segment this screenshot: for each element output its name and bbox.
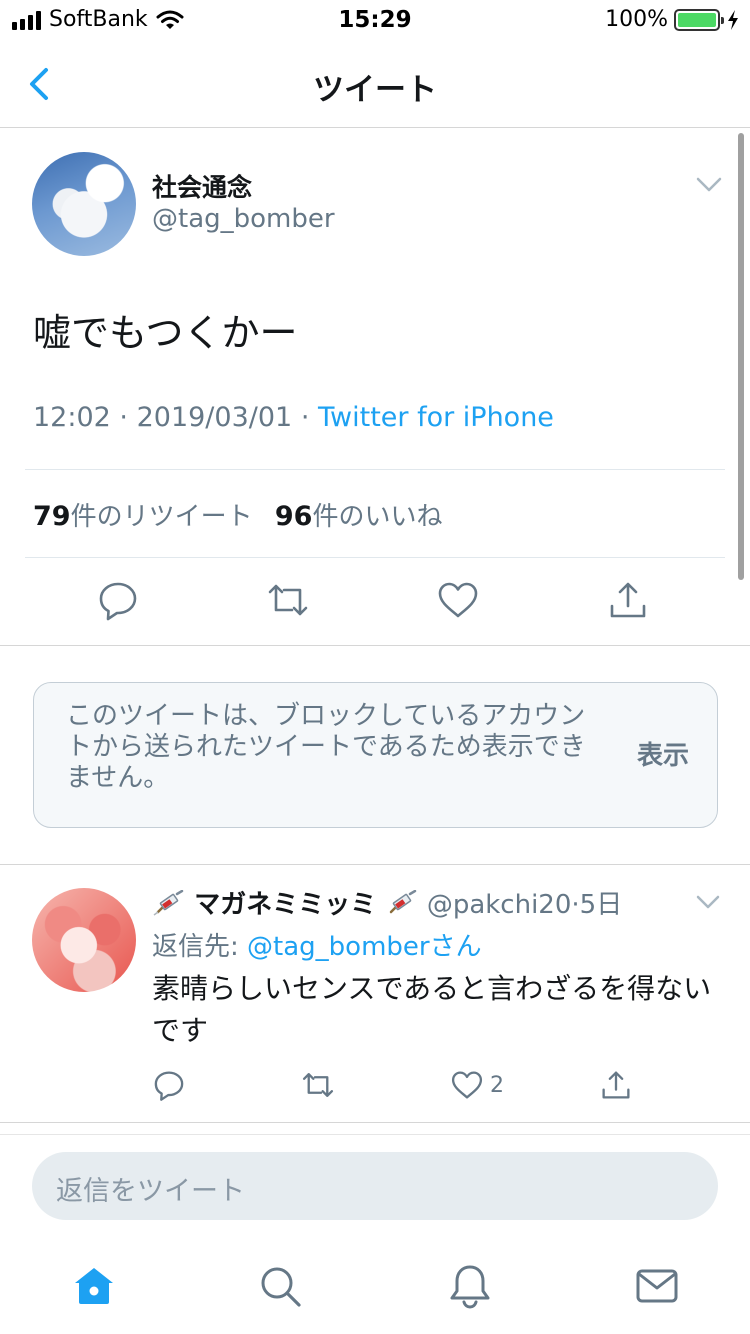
chevron-down-icon (696, 177, 722, 192)
show-blocked-button[interactable]: 表示 (637, 735, 689, 772)
reply-button[interactable] (96, 578, 140, 622)
page-title: ツイート (313, 72, 437, 108)
retweet-stat[interactable]: 79件のリツイート (33, 501, 253, 532)
tweet-source-link[interactable]: Twitter for iPhone (318, 402, 554, 433)
reply-display-name[interactable]: マガネミミッミ (194, 890, 376, 920)
messages-icon (636, 1269, 678, 1303)
blocked-tweet-card: このツイートは、ブロックしているアカウントから送られたツイートであるため表示でき… (33, 682, 718, 828)
like-icon (451, 1071, 483, 1099)
tweet-stats: 79件のリツイート 96件のいいね (33, 496, 456, 533)
reply-separator: · (571, 890, 580, 920)
status-bar-right: 100% (605, 7, 740, 32)
search-icon (261, 1267, 301, 1307)
home-icon (75, 1268, 113, 1304)
reply-to-mention[interactable]: @tag_bomber (247, 932, 430, 962)
share-button[interactable] (606, 578, 650, 622)
reply-avatar[interactable] (32, 888, 136, 992)
reply-like-count: 2 (490, 1073, 504, 1098)
avatar[interactable] (32, 152, 136, 256)
battery-percent: 100% (605, 7, 668, 32)
like-button[interactable] (436, 578, 480, 622)
divider (25, 557, 725, 558)
like-count: 96 (274, 501, 313, 532)
composer-divider (0, 1134, 750, 1135)
status-bar: SoftBank 15:29 100% (0, 0, 750, 40)
reply-menu-button[interactable] (696, 894, 720, 910)
syringe-emoji-icon (389, 890, 416, 914)
tab-search[interactable] (256, 1262, 304, 1310)
meta-separator: · (119, 402, 128, 433)
reply-age[interactable]: 5日 (580, 890, 623, 920)
tweet-actions (0, 578, 750, 626)
author-handle[interactable]: @tag_bomber (152, 204, 335, 234)
author-display-name[interactable]: 社会通念 (152, 168, 252, 204)
tab-notifications[interactable] (446, 1262, 494, 1310)
retweet-label: 件のリツイート (70, 502, 253, 532)
tweet-text: 嘘でもつくかー (33, 311, 298, 355)
reply-icon (99, 582, 137, 621)
reply-handle[interactable]: @pakchi20 (427, 890, 572, 920)
battery-icon (674, 8, 724, 31)
tab-messages[interactable] (633, 1262, 681, 1310)
reply-to-line: 返信先: @tag_bomberさん (152, 926, 482, 963)
section-divider (0, 645, 750, 646)
syringe-emoji-icon (153, 890, 184, 916)
meta-separator: · (300, 402, 310, 433)
share-icon (610, 582, 646, 618)
like-icon (438, 582, 478, 618)
reply-to-suffix: さん (429, 932, 482, 962)
scroll-indicator[interactable] (738, 133, 744, 580)
nav-bar: ツイート (0, 40, 750, 128)
reply-share-button[interactable] (599, 1068, 633, 1102)
notifications-icon (450, 1265, 490, 1309)
retweet-count: 79 (33, 501, 71, 532)
retweet-icon (302, 1073, 334, 1097)
tweet-date: 2019/03/01 (136, 402, 293, 433)
tab-bar (0, 1250, 750, 1334)
reply-composer-input[interactable]: 返信をツイート (32, 1152, 718, 1220)
reply-retweet-button[interactable] (301, 1068, 335, 1102)
tweet-time: 12:02 (33, 402, 111, 433)
share-icon (602, 1071, 630, 1099)
tab-home[interactable] (70, 1262, 118, 1310)
retweet-icon (268, 584, 308, 616)
divider (25, 469, 725, 470)
tweet-menu-button[interactable] (696, 176, 722, 194)
reply-icon (154, 1071, 184, 1101)
retweet-button[interactable] (266, 578, 310, 622)
blocked-message: このツイートは、ブロックしているアカウントから送られたツイートであるため表示でき… (66, 701, 586, 793)
tweet-meta: 12:02 · 2019/03/01 · Twitter for iPhone (33, 402, 554, 433)
tweet-detail-screen: SoftBank 15:29 100% ツイート 社会通念 @tag_bombe… (0, 0, 750, 1334)
composer-placeholder: 返信をツイート (56, 1176, 245, 1207)
section-divider (0, 1122, 750, 1123)
section-divider (0, 864, 750, 865)
reply-reply-button[interactable] (152, 1068, 186, 1102)
chevron-down-icon (696, 895, 720, 909)
charging-bolt-icon (728, 9, 738, 30)
like-label: 件のいいね (312, 502, 443, 532)
battery-fill (678, 12, 716, 27)
reply-to-prefix: 返信先: (152, 932, 248, 962)
like-stat[interactable]: 96件のいいね (274, 501, 443, 532)
reply-text: 素晴らしいセンスであると言わざるを得ないです (152, 972, 712, 1047)
reply-like-button[interactable] (450, 1068, 484, 1102)
reply-header: マガネミミッミ @pakchi20·5日 (152, 884, 622, 921)
